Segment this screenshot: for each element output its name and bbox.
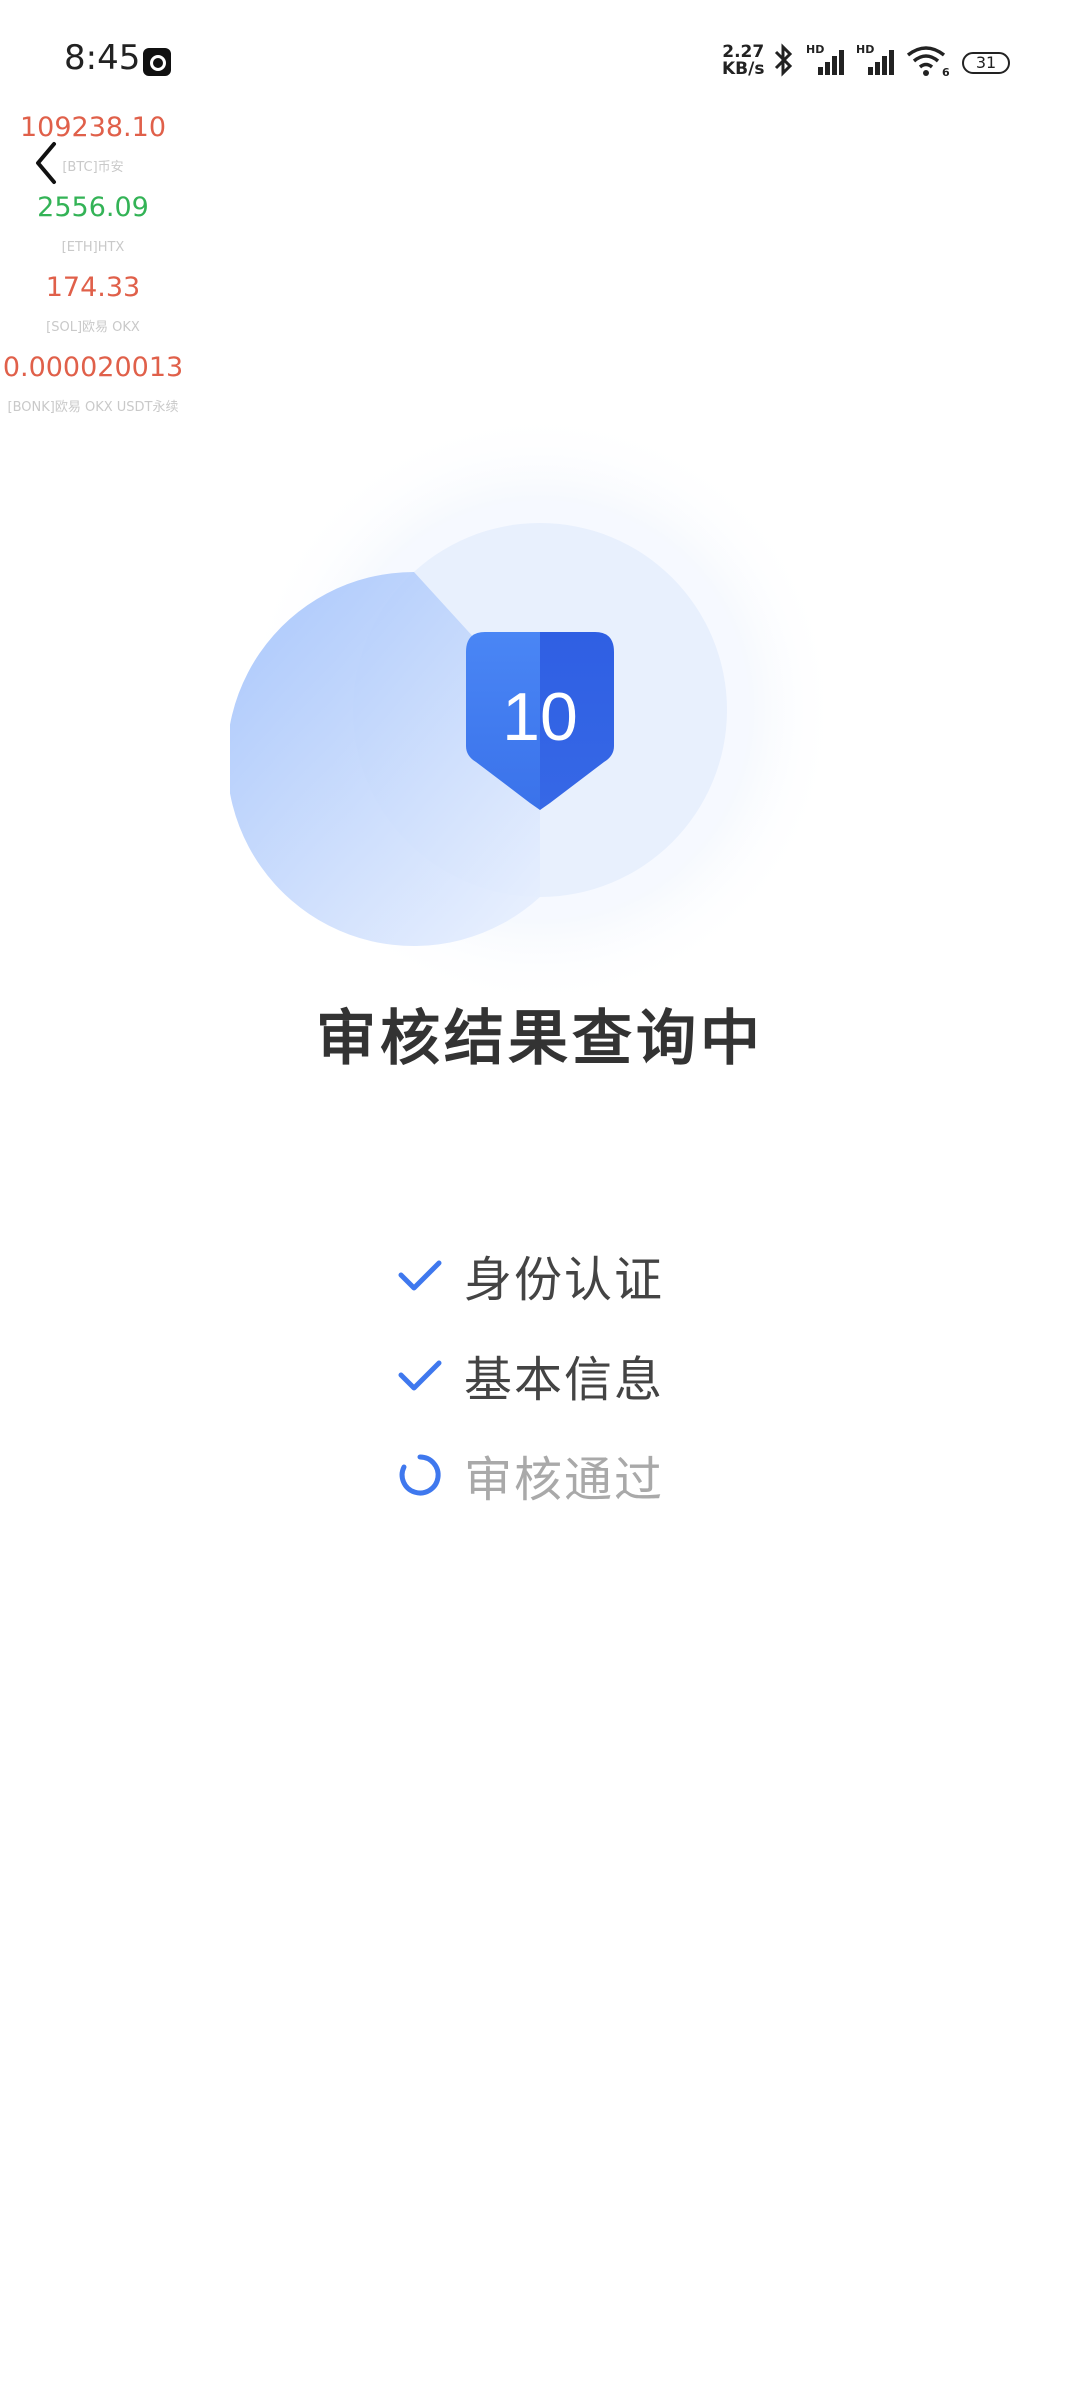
- page-title: 审核结果查询中: [316, 1004, 764, 1074]
- ticker-label: [BONK]欧易 OKX USDT永续: [7, 400, 179, 415]
- step-basic-info: 基本信息: [396, 1325, 664, 1425]
- step-label: 基本信息: [464, 1352, 665, 1408]
- sim1-hd-label: HD: [806, 43, 825, 56]
- network-speed-unit: KB/s: [722, 59, 765, 79]
- ticker-label: [SOL]欧易 OKX: [46, 320, 140, 335]
- ticker-price: 2556.09: [37, 192, 149, 223]
- review-steps: 身份认证 基本信息 审核通过: [396, 1225, 664, 1525]
- wifi-badge: 6: [942, 66, 950, 77]
- ticker-item-btc: 109238.10 [BTC]币安: [0, 108, 186, 188]
- signal-icon-sim2: HD: [856, 43, 896, 77]
- sim2-hd-label: HD: [856, 43, 875, 56]
- ticker-label: [ETH]HTX: [61, 240, 125, 255]
- ticker-item-sol: 174.33 [SOL]欧易 OKX: [0, 268, 186, 348]
- step-label: 审核通过: [464, 1452, 665, 1508]
- battery-indicator: 31: [962, 52, 1010, 74]
- wifi-icon: 6: [906, 46, 950, 77]
- step-approval: 审核通过: [396, 1425, 664, 1525]
- ticker-label: [BTC]币安: [62, 160, 124, 175]
- network-speed: 2.27 KB/s: [722, 44, 764, 78]
- ticker-price: 0.000020013: [2, 352, 184, 383]
- price-ticker: 109238.10 [BTC]币安 2556.09 [ETH]HTX 174.3…: [0, 108, 186, 428]
- ticker-item-eth: 2556.09 [ETH]HTX: [0, 188, 186, 268]
- checkmark-icon: [398, 1260, 442, 1291]
- app-notification-icon: [143, 48, 171, 76]
- step-label: 身份认证: [464, 1252, 665, 1308]
- ticker-item-bonk: 0.000020013 [BONK]欧易 OKX USDT永续: [0, 348, 186, 428]
- step-identity: 身份认证: [396, 1225, 664, 1325]
- chevron-left-icon: [36, 142, 56, 184]
- loading-spinner-icon: [399, 1454, 441, 1496]
- ticker-price: 174.33: [45, 272, 141, 303]
- back-button[interactable]: [30, 138, 70, 188]
- status-time: 8:45: [64, 38, 141, 78]
- bluetooth-icon: [774, 43, 793, 77]
- checkmark-icon: [398, 1360, 442, 1391]
- ticker-price: 109238.10: [19, 112, 166, 143]
- status-icons: HD HD 6: [770, 42, 952, 78]
- countdown-number: 10: [502, 679, 578, 755]
- review-emblem: 10: [226, 410, 850, 1010]
- signal-icon-sim1: HD: [806, 43, 846, 77]
